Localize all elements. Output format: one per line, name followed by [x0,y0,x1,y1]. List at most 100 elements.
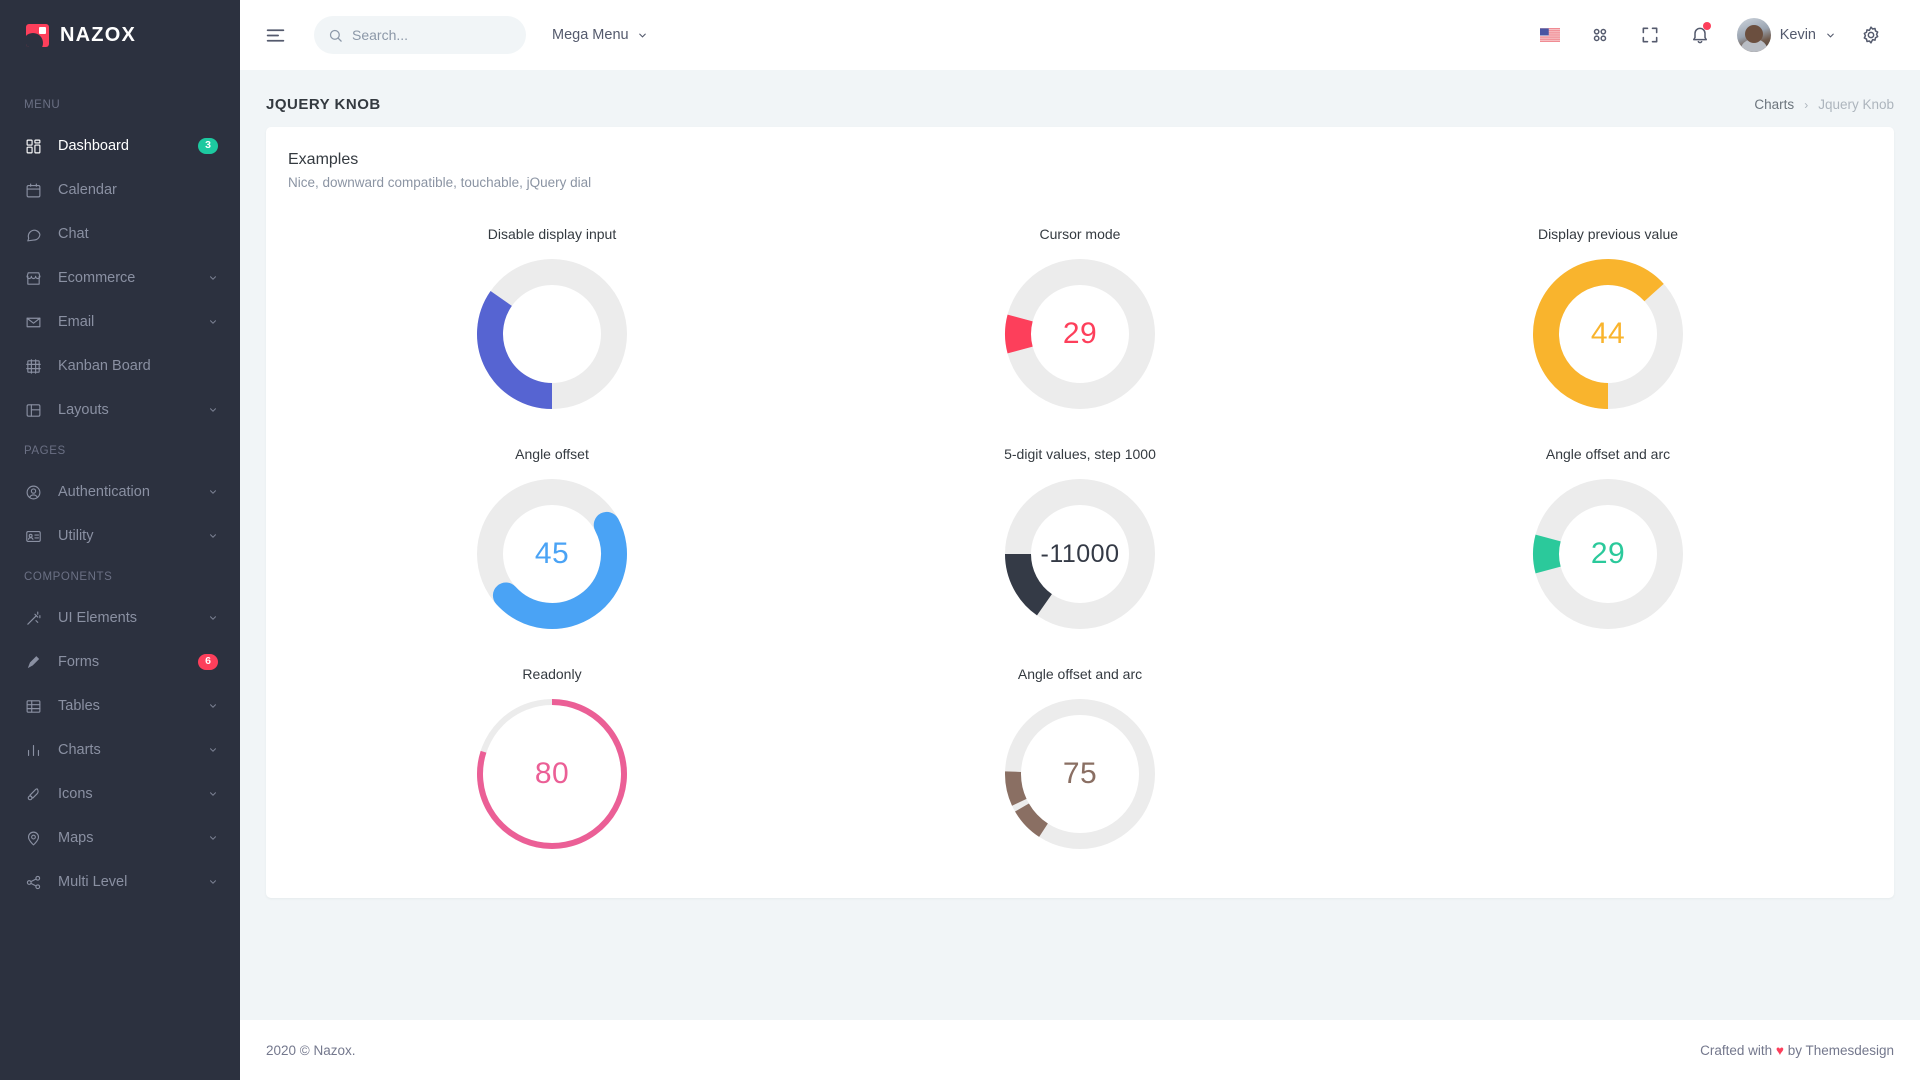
sidebar-item-tables[interactable]: Tables [0,684,240,728]
sidebar-item-label: UI Elements [58,610,137,626]
knob-value: 45 [534,537,570,570]
layout-icon [24,401,42,419]
app-root: NAZOX MENU Dashboard 3 Calendar Chat Ecommerc… [0,0,1920,1080]
main-area: Mega Menu [240,0,1920,1080]
sidebar-item-multi-level[interactable]: Multi Level [0,860,240,904]
mail-icon [26,317,40,327]
brand-logo[interactable]: NAZOX [0,0,240,70]
chevron-down-icon [208,531,218,541]
knob-widget[interactable]: Angle offset 45 [288,432,816,648]
sidebar-item-label: Tables [58,698,100,714]
topbar: Mega Menu [240,0,1920,70]
brand-name: NAZOX [60,23,136,46]
fullscreen-button[interactable] [1625,10,1675,60]
knob-label: Angle offset [515,446,589,462]
user-circle-icon [24,483,42,501]
knob-dial[interactable]: -11000 [1004,478,1156,630]
sidebar-menu: MENU Dashboard 3 Calendar Chat Ecommerce Email… [0,70,240,904]
sidebar-item-chat[interactable]: Chat [0,212,240,256]
breadcrumb-separator-icon: › [1804,97,1809,112]
us-flag-icon [1539,28,1560,42]
chevron-down-icon [210,490,216,494]
chevron-down-icon [638,33,646,38]
sidebar-item-label: Authentication [58,484,150,500]
knob-widget[interactable]: Display previous value 44 [1344,212,1872,428]
knob-label: Angle offset and arc [1017,666,1143,682]
sidebar-section-title: COMPONENTS [24,571,113,583]
chevron-down-icon [1827,33,1834,38]
apps-grid-button[interactable] [1575,10,1625,60]
apps-grid-icon [1593,28,1606,42]
search-icon [329,29,342,42]
sidebar-item-dashboard[interactable]: Dashboard 3 [0,124,240,168]
sidebar-item-ecommerce[interactable]: Ecommerce [0,256,240,300]
breadcrumb-current: Jquery Knob [1818,97,1894,112]
sidebar-item-kanban-board[interactable]: Kanban Board [0,344,240,388]
sidebar-item-maps[interactable]: Maps [0,816,240,860]
knob-dial[interactable]: 29 [1532,478,1684,630]
knob-dial[interactable]: 80 [476,698,628,850]
footer-credit: Crafted with ♥ by Themesdesign [1700,1043,1894,1058]
knob-widget[interactable]: Readonly 80 [288,652,816,868]
knob-dial[interactable]: 44 [1532,258,1684,410]
knob-dial[interactable] [476,258,628,410]
sidebar-item-label: Ecommerce [58,270,136,286]
user-circle-icon [26,485,40,499]
chevron-down-icon [208,487,218,497]
knob-widget[interactable]: 5-digit values, step 1000 -11000 [816,432,1344,648]
knob-value: 80 [534,757,570,790]
sidebar: NAZOX MENU Dashboard 3 Calendar Chat Ecommerc… [0,0,240,1080]
sidebar-item-utility[interactable]: Utility [0,514,240,558]
sidebar-item-forms[interactable]: Forms 6 [0,640,240,684]
content-area: Examples Nice, downward compatible, touc… [240,127,1920,994]
sidebar-item-email[interactable]: Email [0,300,240,344]
language-selector-button[interactable] [1525,10,1575,60]
breadcrumb-parent[interactable]: Charts [1754,97,1794,112]
mega-menu-button[interactable]: Mega Menu [552,27,648,43]
knob-widget[interactable]: Angle offset and arc 29 [1344,432,1872,648]
chevron-down-icon [208,317,218,327]
sidebar-item-layouts[interactable]: Layouts [0,388,240,432]
chevron-down-icon [208,833,218,843]
knob-widget[interactable]: Disable display input [288,212,816,428]
sidebar-section-title: PAGES [24,445,66,457]
knob-label: 5-digit values, step 1000 [1004,446,1156,462]
kanban-icon [24,357,42,375]
footer-credit-suffix: by Themesdesign [1787,1042,1894,1058]
hamburger-icon[interactable] [258,18,292,52]
search-input[interactable] [352,27,512,43]
footer-copyright: 2020 © Nazox. [266,1042,356,1058]
footer-credit-prefix: Crafted with [1700,1042,1773,1058]
card-subtitle: Nice, downward compatible, touchable, jQ… [288,175,592,190]
knob-widget[interactable]: Angle offset and arc 75 [816,652,1344,868]
knob-dial[interactable]: 29 [1004,258,1156,410]
knob-dial[interactable]: 75 [1004,698,1156,850]
mail-icon [24,313,42,331]
chevron-down-icon [210,320,216,324]
knob-widget[interactable]: Cursor mode 29 [816,212,1344,428]
sidebar-item-calendar[interactable]: Calendar [0,168,240,212]
store-icon [26,271,40,285]
bar-chart-icon [27,744,39,756]
chevron-down-icon [208,877,218,887]
settings-button[interactable] [1846,10,1896,60]
profile-menu-button[interactable]: Kevin [1725,10,1846,60]
sidebar-item-authentication[interactable]: Authentication [0,470,240,514]
search-box[interactable] [314,16,526,54]
chevron-down-icon [210,408,216,412]
sidebar-item-badge: 6 [198,654,218,670]
id-card-icon [25,530,41,542]
sidebar-item-label: Dashboard [58,138,129,154]
knob-label: Display previous value [1537,226,1679,242]
notifications-button[interactable] [1675,10,1725,60]
knob-label: Cursor mode [1039,226,1121,242]
knob-dial[interactable]: 45 [476,478,628,630]
sidebar-item-ui-elements[interactable]: UI Elements [0,596,240,640]
knob-label: Disable display input [487,226,617,242]
calendar-icon [24,181,42,199]
sidebar-item-icons[interactable]: Icons [0,772,240,816]
bar-chart-icon [24,741,42,759]
sidebar-item-label: Calendar [58,182,117,198]
map-pin-icon [24,829,42,847]
sidebar-item-charts[interactable]: Charts [0,728,240,772]
